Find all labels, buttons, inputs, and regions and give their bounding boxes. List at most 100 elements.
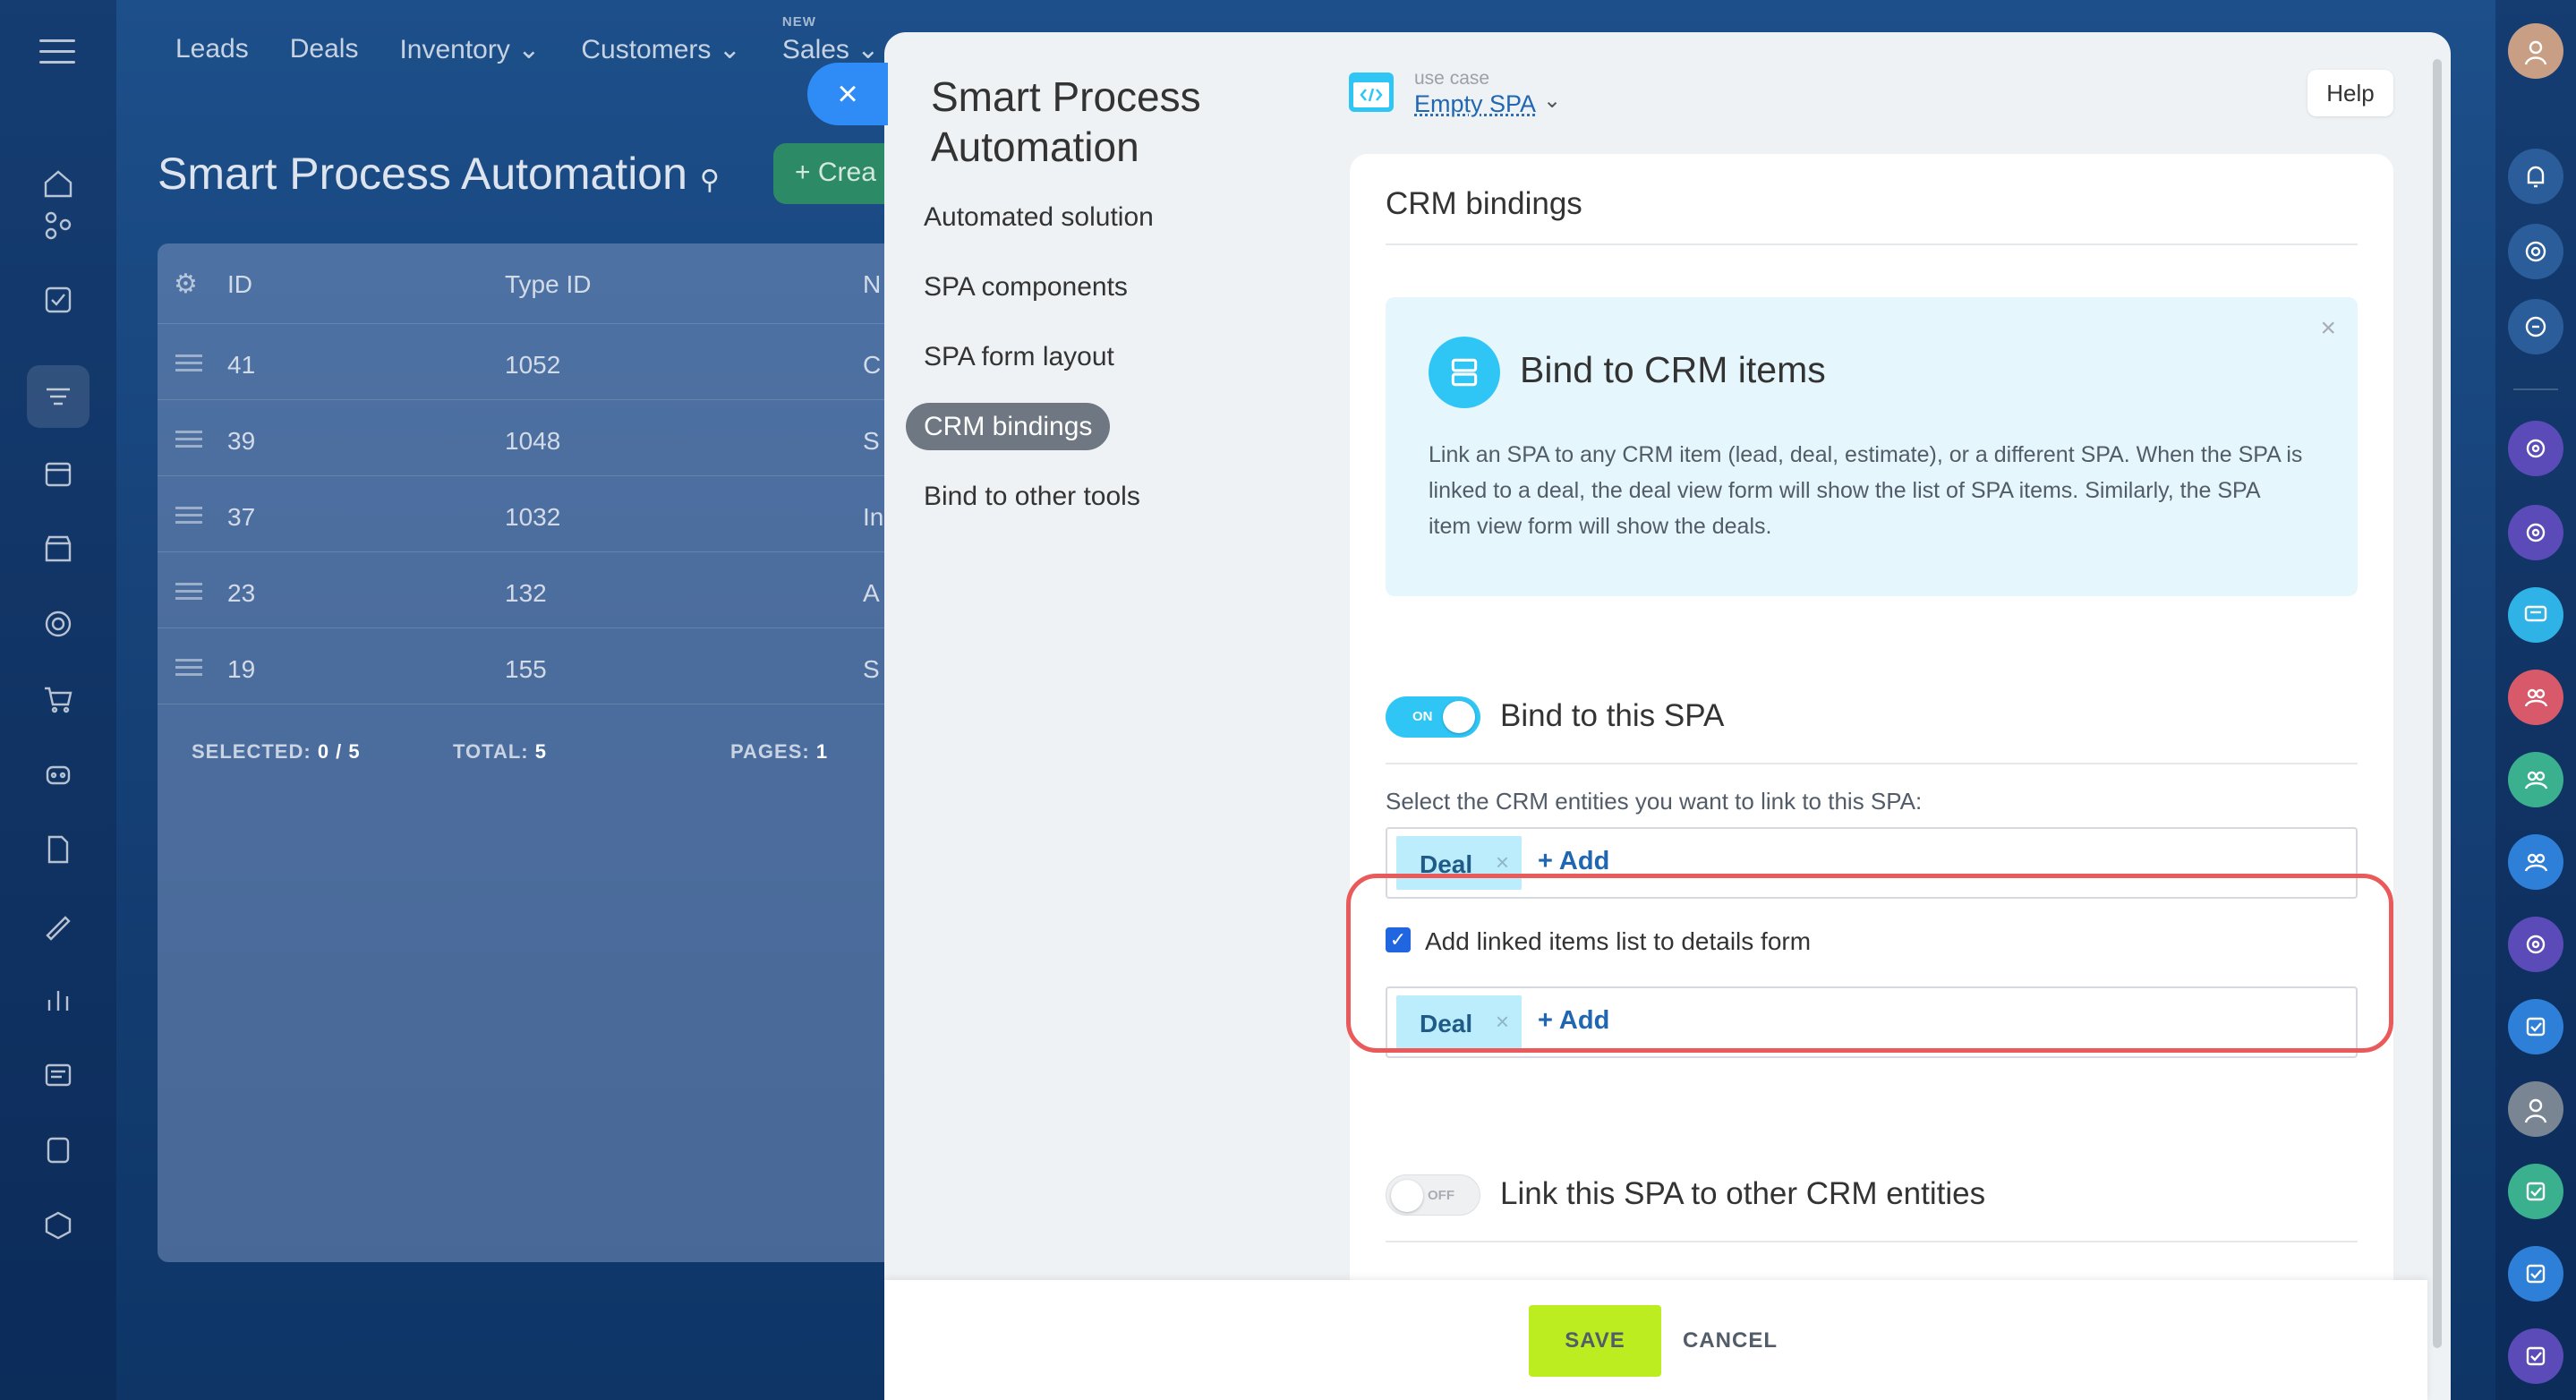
header-id[interactable]: ID [227,270,252,299]
document-icon[interactable] [27,818,90,881]
help-button[interactable]: Help [2307,70,2393,116]
spa-settings-panel: Smart Process Automation Automated solut… [884,32,2451,1400]
search-chat-icon[interactable] [2508,299,2563,354]
chevron-down-icon[interactable]: ⌄ [1543,88,1561,114]
drag-handle-icon[interactable] [175,507,202,528]
box-icon[interactable] [27,1194,90,1257]
sign-icon[interactable] [27,893,90,956]
channel-icon[interactable] [2508,505,2563,560]
table-row[interactable]: 19 155 S [158,628,909,704]
nav-leads[interactable]: Leads [175,34,249,65]
cell-name[interactable]: C [863,351,881,380]
header-type-id[interactable]: Type ID [505,270,591,299]
cart-icon[interactable] [27,668,90,730]
target-icon[interactable] [27,593,90,655]
nav-automated-solution[interactable]: Automated solution [911,186,1269,256]
drag-handle-icon[interactable] [175,659,202,680]
nav-bind-to-other-tools[interactable]: Bind to other tools [911,465,1269,535]
table-row[interactable]: 39 1048 S [158,400,909,476]
table-row[interactable]: 23 132 A [158,552,909,628]
analytics-icon[interactable] [27,969,90,1031]
table-row[interactable]: 41 1052 C [158,324,909,400]
cell-type-id: 1052 [505,351,561,379]
linked-items-label[interactable]: Add linked items list to details form [1425,927,1811,956]
entities-selector[interactable]: Deal × + Add [1386,827,2358,899]
cell-name[interactable]: S [863,427,880,456]
nav-spa-components[interactable]: SPA components [911,256,1269,326]
header-name[interactable]: N [863,270,881,299]
store-icon[interactable] [27,517,90,580]
cell-type-id: 132 [505,579,547,607]
add-entity-link[interactable]: + Add [1538,847,1609,876]
grid-header: ⚙ ID Type ID N [158,243,909,324]
menu-icon[interactable] [39,39,75,66]
bind-to-spa-toggle[interactable]: ON [1386,696,1480,738]
task-icon[interactable] [2508,999,2563,1054]
group-icon[interactable] [2508,670,2563,725]
cell-type-id: 155 [505,655,547,683]
nav-customers[interactable]: Customers ⌄ [581,34,741,65]
add-linked-entity-link[interactable]: + Add [1538,1006,1609,1036]
nav-label: Deals [289,34,359,64]
robot-icon[interactable] [27,743,90,806]
crm-bindings-card: CRM bindings Bind to CRM items × Link an… [1350,154,2393,1353]
linked-items-selector[interactable]: Deal × + Add [1386,986,2358,1058]
gear-icon[interactable]: ⚙ [174,269,198,300]
link-other-entities-toggle[interactable]: OFF [1386,1174,1480,1216]
cell-name[interactable]: S [863,655,880,684]
page-title-text: Smart Process Automation [158,149,687,199]
drag-handle-icon[interactable] [175,583,202,604]
tasks-icon[interactable] [27,269,90,331]
settings-nav: Automated solution SPA components SPA fo… [906,186,1269,535]
close-slider-button[interactable]: × [807,63,888,125]
nav-spa-form-layout[interactable]: SPA form layout [911,326,1269,396]
top-navigation: Leads Deals Inventory ⌄ Customers ⌄ NEW S… [175,14,880,65]
channel-icon[interactable] [2508,421,2563,476]
pages-count: PAGES: 1 [730,740,828,764]
cell-name[interactable]: In [863,503,883,532]
news-icon[interactable] [27,1044,90,1106]
nav-inventory[interactable]: Inventory ⌄ [399,34,540,65]
use-case-selector[interactable]: Empty SPA [1414,90,1536,118]
tag-label: Deal [1420,1010,1473,1037]
calendar-icon[interactable] [27,442,90,505]
avatar[interactable] [2508,1081,2563,1137]
crm-icon[interactable] [27,365,90,428]
chevron-down-icon: ⌄ [857,35,880,64]
cancel-button[interactable]: CANCEL [1672,1305,1788,1377]
total-label: TOTAL: [453,740,529,763]
channel-icon[interactable] [2508,917,2563,972]
task-icon[interactable] [2508,1246,2563,1302]
remove-tag-icon[interactable]: × [1496,1008,1509,1036]
remove-tag-icon[interactable]: × [1496,849,1509,876]
table-row[interactable]: 37 1032 In [158,476,909,552]
tag-label: Deal [1420,850,1473,878]
nav-deals[interactable]: Deals [290,34,359,65]
avatar[interactable] [2508,23,2563,79]
create-button[interactable]: + Crea [773,143,899,204]
drag-handle-icon[interactable] [175,354,202,376]
toggle-knob [1391,1180,1423,1212]
group-icon[interactable] [2508,752,2563,807]
chat-icon[interactable] [2508,587,2563,643]
group-icon[interactable] [2508,834,2563,890]
total-value: 5 [534,740,547,763]
divider [1386,1241,2358,1242]
nav-sales[interactable]: NEW Sales ⌄ [782,14,880,65]
panel-scrollbar[interactable] [2433,59,2442,1348]
activity-icon[interactable] [2508,224,2563,279]
feed-icon[interactable] [27,193,90,256]
cell-name[interactable]: A [863,579,880,608]
linked-items-checkbox[interactable]: ✓ [1386,927,1411,952]
bell-icon[interactable] [2508,149,2563,204]
storage-icon[interactable] [27,1119,90,1182]
task-icon[interactable] [2508,1164,2563,1219]
drag-handle-icon[interactable] [175,431,202,452]
close-icon[interactable]: × [2320,313,2336,344]
toggle-state-label: OFF [1428,1188,1454,1203]
task-icon[interactable] [2508,1328,2563,1384]
save-button[interactable]: SAVE [1529,1305,1661,1377]
pin-icon[interactable]: ⚲ [700,166,720,195]
cell-id: 19 [227,655,256,683]
nav-crm-bindings[interactable]: CRM bindings [906,396,1269,465]
